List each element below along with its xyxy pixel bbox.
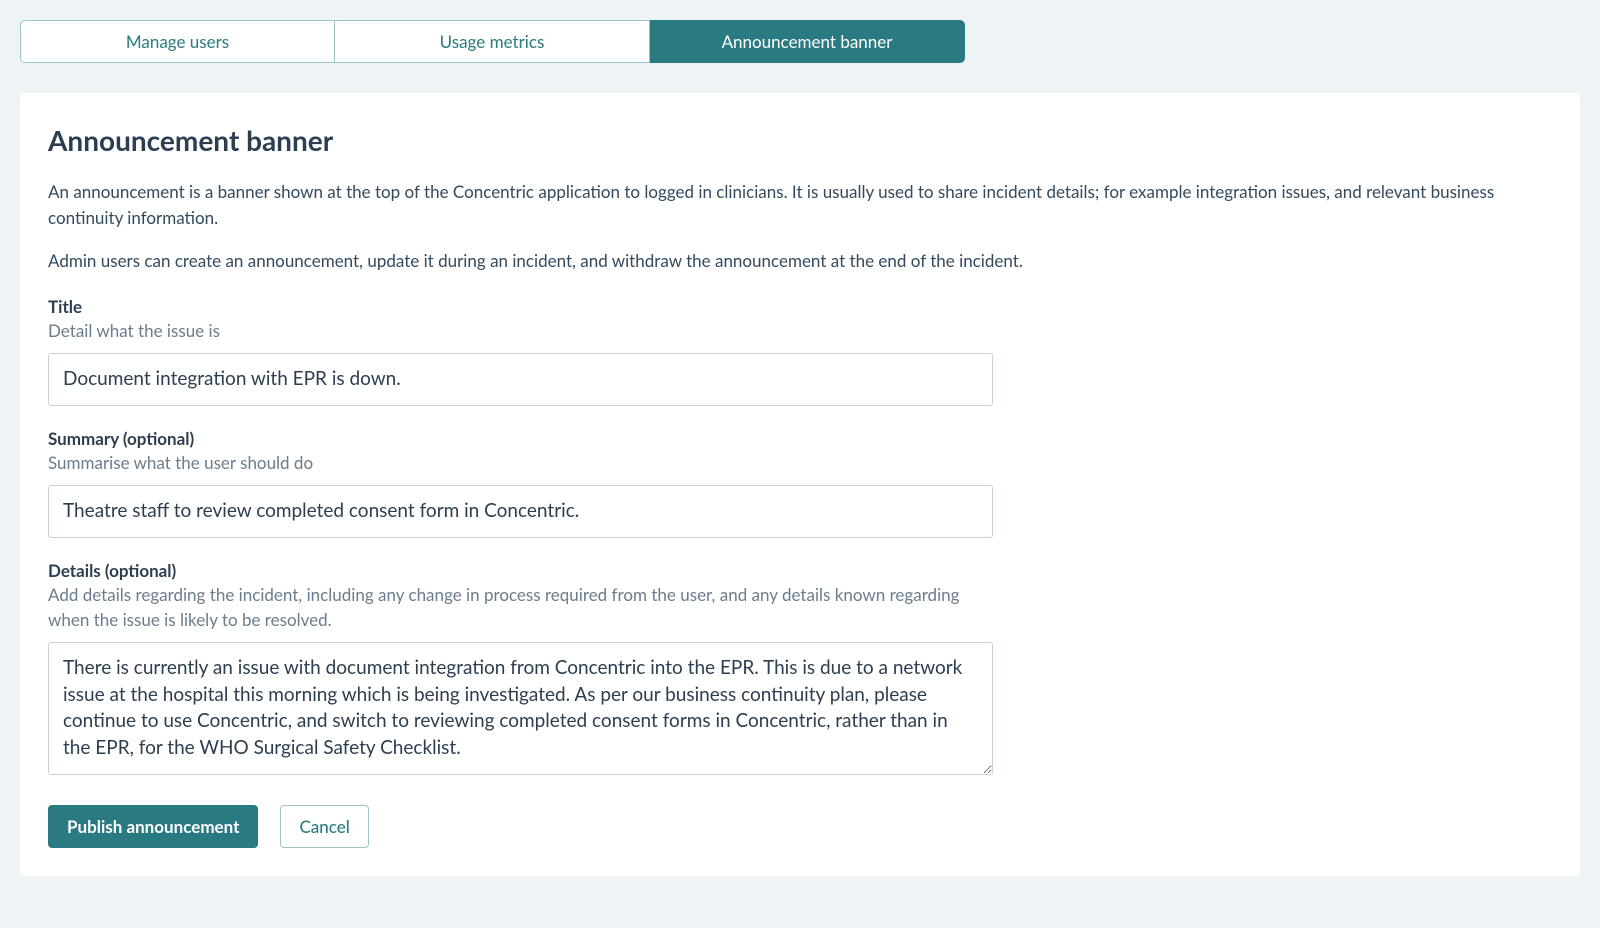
details-label: Details (optional) — [48, 560, 993, 581]
summary-label: Summary (optional) — [48, 428, 993, 449]
title-input[interactable] — [48, 353, 993, 406]
summary-hint: Summarise what the user should do — [48, 451, 993, 476]
tab-manage-users[interactable]: Manage users — [20, 20, 335, 63]
title-label: Title — [48, 296, 993, 317]
title-hint: Detail what the issue is — [48, 319, 993, 344]
tab-bar: Manage users Usage metrics Announcement … — [20, 20, 1580, 63]
announcement-panel: Announcement banner An announcement is a… — [20, 93, 1580, 876]
button-row: Publish announcement Cancel — [48, 805, 1552, 848]
cancel-button[interactable]: Cancel — [280, 805, 368, 848]
page-description-1: An announcement is a banner shown at the… — [48, 179, 1552, 230]
page-description-2: Admin users can create an announcement, … — [48, 248, 1552, 274]
title-field-group: Title Detail what the issue is — [48, 296, 993, 406]
publish-button[interactable]: Publish announcement — [48, 805, 258, 848]
details-textarea[interactable] — [48, 642, 993, 774]
details-hint: Add details regarding the incident, incl… — [48, 583, 993, 632]
tab-usage-metrics[interactable]: Usage metrics — [335, 20, 650, 63]
summary-field-group: Summary (optional) Summarise what the us… — [48, 428, 993, 538]
tab-announcement-banner[interactable]: Announcement banner — [650, 20, 965, 63]
summary-input[interactable] — [48, 485, 993, 538]
page-title: Announcement banner — [48, 123, 1552, 157]
details-field-group: Details (optional) Add details regarding… — [48, 560, 993, 779]
